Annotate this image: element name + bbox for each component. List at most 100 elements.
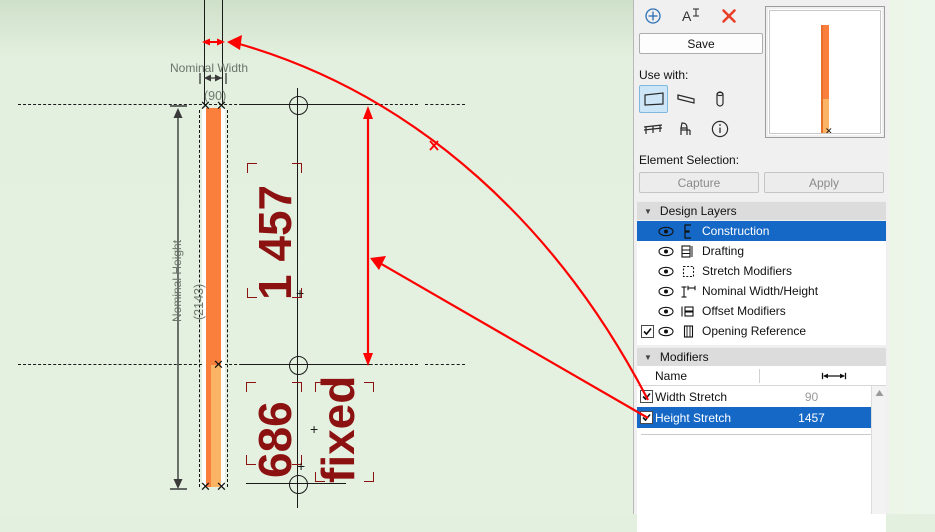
panel-top-section: A Save Use with: ✕	[634, 0, 889, 148]
node-marker-bottom-left[interactable]: ✕	[200, 479, 211, 495]
eye-icon[interactable]	[655, 306, 677, 317]
layer-label: Stretch Modifiers	[702, 264, 793, 278]
save-button[interactable]: Save	[639, 33, 763, 54]
scroll-up-icon[interactable]	[872, 386, 886, 400]
layer-row-drafting[interactable]: Drafting	[637, 241, 886, 261]
hotspot-crosshair-middle	[240, 364, 370, 365]
element-preview: ✕	[765, 6, 885, 138]
preview-segment-edge	[821, 25, 823, 133]
selection-bracket-bottom-left-2	[246, 455, 256, 465]
nominal-height-value: (2143)	[192, 283, 206, 320]
height-stretch-checkbox[interactable]	[637, 411, 655, 424]
stretch-modifiers-layer-icon	[677, 264, 699, 279]
layer-label: Construction	[702, 224, 770, 238]
furniture-icon[interactable]	[672, 115, 701, 143]
selection-bracket-top-left-3	[315, 382, 325, 392]
node-marker-middle[interactable]: ✕	[213, 357, 224, 373]
selection-bracket-top-left-1	[247, 163, 257, 173]
anchor-plus-1: +	[296, 285, 305, 301]
layer-row-offset-modifiers[interactable]: Offset Modifiers	[637, 301, 886, 321]
eye-icon[interactable]	[655, 246, 677, 257]
element-lower-segment[interactable]	[211, 365, 221, 487]
selection-bracket-top-right-2	[292, 382, 302, 392]
selection-bracket-top-right-1	[292, 163, 302, 173]
element-preview-canvas: ✕	[769, 10, 881, 134]
use-with-label: Use with:	[639, 68, 689, 82]
apply-button[interactable]: Apply	[764, 172, 884, 193]
modifier-row-width-stretch[interactable]: Width Stretch 90	[637, 386, 886, 407]
layer-label: Opening Reference	[702, 324, 807, 338]
modifier-row-height-stretch[interactable]: Height Stretch 1457	[637, 407, 886, 428]
hotspot-circle-middle[interactable]	[289, 356, 308, 375]
selection-bracket-top-left-2	[246, 382, 256, 392]
selection-bracket-bottom-right-3	[364, 472, 374, 482]
modifier-name: Width Stretch	[655, 389, 728, 404]
element-dashed-edge-right	[227, 110, 228, 487]
modifiers-scrollbar[interactable]	[871, 386, 886, 514]
column-divider	[759, 368, 760, 383]
modifiers-header[interactable]: ▼ Modifiers	[637, 347, 886, 366]
delete-icon[interactable]	[718, 5, 740, 27]
slab-icon[interactable]	[672, 85, 701, 113]
anchor-plus-3: +	[297, 458, 306, 474]
chevron-down-icon: ▼	[644, 206, 652, 216]
eye-icon[interactable]	[655, 226, 677, 237]
layer-row-opening-reference[interactable]: Opening Reference	[637, 321, 886, 341]
modifiers-table: Name Width Stretch 90 Height Stretch 145…	[637, 366, 886, 532]
nominal-height-label: Nominal Height	[170, 239, 184, 322]
rename-icon[interactable]: A	[680, 5, 702, 27]
wall-icon[interactable]	[639, 85, 668, 113]
offset-modifiers-layer-icon	[677, 304, 699, 319]
drafting-layer-icon	[677, 244, 699, 259]
capture-button[interactable]: Capture	[639, 172, 759, 193]
nominal-width-label: Nominal Width	[170, 61, 249, 75]
selection-bracket-bottom-left-3	[315, 472, 325, 482]
height-stretch-canvas-label: 1 457	[249, 184, 301, 300]
modifier-value[interactable]: 1457	[759, 411, 886, 425]
selection-bracket-bottom-left-1	[247, 288, 257, 298]
hotspot-crosshair-top	[240, 104, 370, 105]
element-upper-segment[interactable]	[206, 108, 221, 365]
layer-row-nominal-width-height[interactable]: Nominal Width/Height	[637, 281, 886, 301]
width-stretch-checkbox[interactable]	[637, 390, 655, 403]
opening-reference-checkbox[interactable]	[639, 324, 655, 338]
reference-line-top-right	[425, 104, 465, 105]
modifiers-table-empty-area[interactable]	[637, 435, 886, 532]
construction-layer-icon	[677, 223, 699, 239]
element-selection-label: Element Selection:	[639, 153, 740, 167]
preview-node-marker: ✕	[825, 126, 833, 134]
modifiers-header-label: Modifiers	[659, 350, 709, 364]
modifier-name: Height Stretch	[655, 410, 732, 425]
hotspot-circle-top[interactable]	[289, 96, 308, 115]
eye-icon[interactable]	[655, 286, 677, 297]
eye-icon[interactable]	[655, 326, 677, 337]
opening-reference-layer-icon	[677, 324, 699, 339]
node-marker-bottom-right[interactable]: ✕	[216, 479, 227, 495]
use-with-grid	[639, 85, 734, 145]
hotspot-crosshair-bottom	[246, 483, 346, 484]
settings-panel: A Save Use with: ✕ Element Selection: Ca…	[633, 0, 889, 532]
panel-toolbar: A	[642, 5, 740, 27]
design-layers-header-label: Design Layers	[659, 204, 737, 218]
info-icon[interactable]	[705, 115, 734, 143]
anchor-plus-2: +	[310, 421, 319, 437]
column-icon[interactable]	[705, 85, 734, 113]
layer-label: Nominal Width/Height	[702, 284, 819, 298]
layer-label: Drafting	[702, 244, 745, 258]
layer-row-stretch-modifiers[interactable]: Stretch Modifiers	[637, 261, 886, 281]
design-layers-list: Construction Drafting Stretch Modifiers …	[637, 221, 886, 345]
design-layers-header[interactable]: ▼ Design Layers	[637, 201, 886, 220]
railing-icon[interactable]	[639, 115, 668, 143]
modifiers-table-header: Name	[637, 366, 886, 386]
drawing-canvas[interactable]: ✕ ✕ ✕ ✕ ✕ Nominal Width (90) Nominal Hei…	[0, 0, 633, 514]
nominal-width-value: (90)	[204, 89, 227, 103]
chevron-down-icon: ▼	[644, 352, 652, 362]
layer-row-construction[interactable]: Construction	[637, 221, 886, 241]
lower-segment-value-label: 686	[249, 401, 301, 478]
layer-label: Offset Modifiers	[702, 304, 786, 318]
eye-icon[interactable]	[655, 266, 677, 277]
column-header-name: Name	[655, 368, 688, 383]
add-icon[interactable]	[642, 5, 664, 27]
modifier-value[interactable]: 90	[759, 390, 886, 404]
element-white-gap-right	[221, 108, 225, 487]
